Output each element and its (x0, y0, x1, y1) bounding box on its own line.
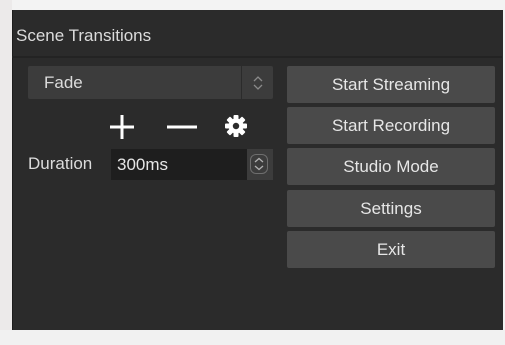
background-bottom-strip (0, 330, 505, 345)
duration-input[interactable]: 300ms (111, 149, 248, 180)
combo-arrows-icon (241, 66, 273, 99)
transition-select-value: Fade (44, 73, 83, 92)
plus-icon (110, 115, 134, 139)
spinner-arrows-icon (254, 157, 264, 171)
title-divider (12, 56, 502, 58)
settings-button[interactable]: Settings (287, 190, 495, 227)
add-transition-button[interactable] (108, 113, 136, 141)
duration-label: Duration (28, 154, 93, 173)
start-streaming-button[interactable]: Start Streaming (287, 66, 495, 103)
studio-mode-button[interactable]: Studio Mode (287, 148, 495, 185)
start-recording-button[interactable]: Start Recording (287, 107, 495, 144)
panel-title: Scene Transitions (16, 26, 152, 45)
minus-icon (167, 125, 197, 129)
transition-properties-button[interactable] (224, 114, 248, 138)
background-left-strip (0, 0, 12, 345)
exit-button[interactable]: Exit (287, 231, 495, 268)
transition-select[interactable]: Fade (28, 66, 273, 99)
remove-transition-button[interactable] (166, 113, 198, 141)
duration-spinner[interactable] (247, 149, 273, 180)
gear-icon (225, 115, 247, 137)
